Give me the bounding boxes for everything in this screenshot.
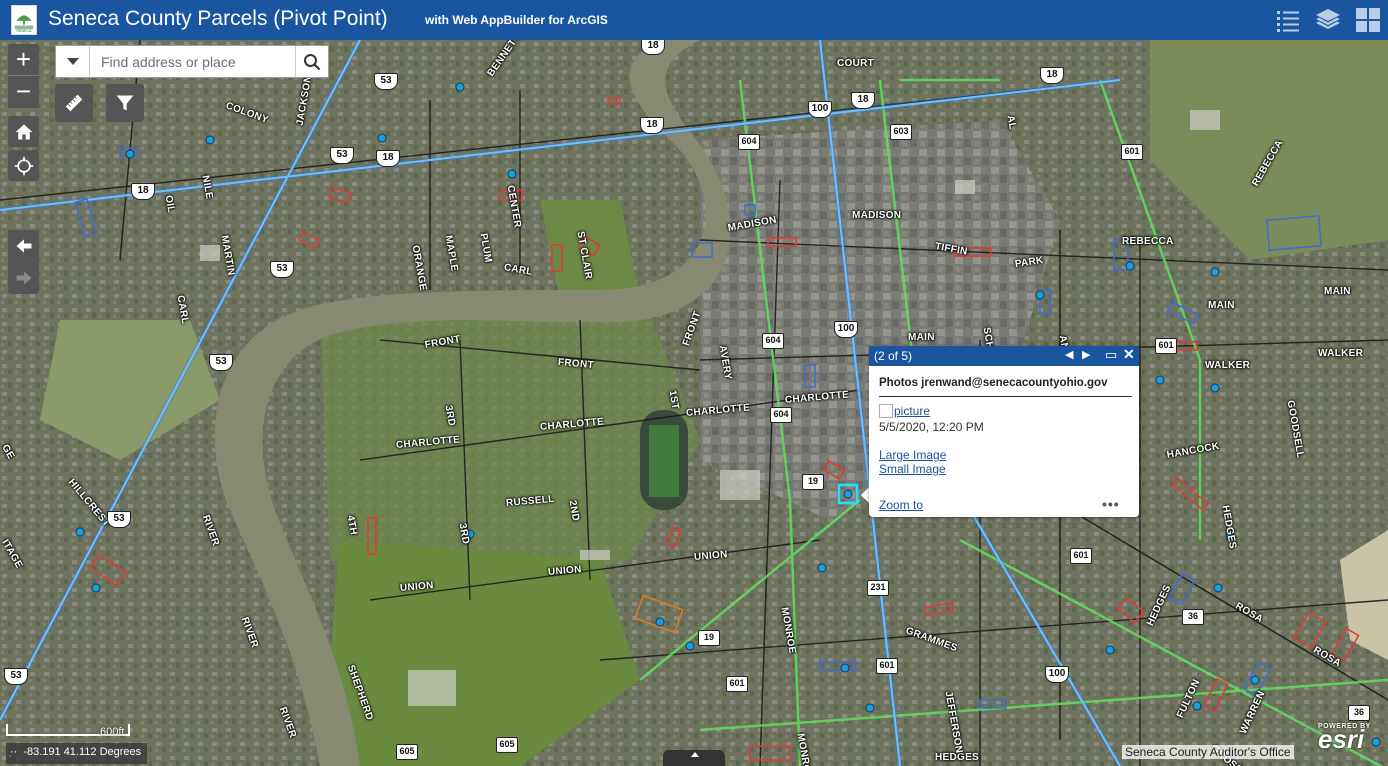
route-shield: 18: [131, 183, 155, 200]
arrow-left-icon: [16, 239, 31, 253]
popup-feature-count: (2 of 5): [874, 349, 913, 363]
zoom-out-button[interactable]: −: [8, 76, 39, 108]
street-label: WALKER: [1205, 360, 1251, 371]
street-label: AL: [1004, 114, 1018, 131]
route-shield: 36: [1182, 609, 1204, 625]
search-input[interactable]: [91, 46, 296, 77]
route-shield: 603: [890, 124, 912, 140]
seneca-county-logo: SENECA: [11, 5, 37, 35]
caret-up-icon: [691, 752, 699, 757]
search-widget: [55, 45, 329, 78]
route-shield: 100: [808, 101, 832, 118]
street-label: MAIN: [1324, 286, 1351, 297]
crosshair-icon: [14, 156, 33, 175]
popup-header: (2 of 5) ◀ ▶ ▭ ✕: [869, 346, 1139, 366]
route-shield: 18: [1040, 67, 1064, 84]
previous-extent-button[interactable]: [8, 230, 39, 262]
small-image-link[interactable]: Small Image: [879, 462, 946, 476]
route-shield: 604: [770, 407, 792, 423]
route-shield: 18: [641, 40, 665, 55]
popup-title: Photos jrenwand@senecacountyohio.gov: [879, 377, 1108, 389]
home-icon: [15, 124, 32, 139]
more-actions-button[interactable]: •••: [1102, 496, 1120, 512]
next-feature-icon[interactable]: ▶: [1082, 348, 1090, 361]
route-shield: 605: [496, 737, 518, 753]
filter-icon: [116, 95, 134, 111]
arrow-right-icon: [16, 271, 31, 285]
large-image-link[interactable]: Large Image: [879, 448, 946, 462]
route-shield: 53: [107, 511, 131, 528]
search-icon: [304, 53, 321, 70]
street-label: REBECCA: [1122, 236, 1174, 247]
zoom-to-link[interactable]: Zoom to: [879, 498, 923, 512]
popup-pointer: [861, 487, 869, 503]
next-extent-button[interactable]: [8, 262, 39, 294]
popup-divider: [879, 396, 1132, 397]
route-shield: 53: [374, 73, 398, 90]
route-shield: 53: [4, 668, 28, 685]
esri-logo: POWERED BY esri: [1318, 723, 1371, 754]
coordinate-display[interactable]: ·̣· -83.191 41.112 Degrees: [6, 743, 148, 764]
crosshair-icon[interactable]: ·̣·: [10, 746, 17, 764]
route-shield: 601: [1155, 338, 1177, 354]
street-label: MAIN: [1208, 300, 1235, 311]
street-label: MAIN: [908, 332, 935, 343]
attribute-table-toggle[interactable]: [663, 750, 725, 766]
app-title: Seneca County Parcels (Pivot Point): [48, 7, 388, 30]
measurement-button[interactable]: [55, 84, 93, 122]
home-button[interactable]: [8, 116, 39, 147]
route-shield: 604: [738, 134, 760, 150]
caret-down-icon: [66, 57, 79, 65]
route-shield: 605: [396, 744, 418, 760]
popup-picture-link[interactable]: picture: [879, 404, 930, 418]
basemap-gallery-icon[interactable]: [1354, 6, 1382, 34]
route-shield: 601: [876, 658, 898, 674]
layers-icon[interactable]: [1314, 6, 1342, 34]
map-attribution: Seneca County Auditor's Office: [1122, 745, 1294, 759]
route-shield: 18: [376, 150, 400, 167]
route-shield: 601: [726, 676, 748, 692]
popup-date: 5/5/2020, 12:20 PM: [879, 420, 984, 434]
route-shield: 100: [834, 321, 858, 338]
aerial-basemap: [0, 40, 1388, 766]
route-shield: 36: [1348, 705, 1370, 721]
broken-image-icon: [879, 404, 893, 418]
search-button[interactable]: [295, 46, 328, 77]
route-shield: 53: [209, 354, 233, 371]
street-label: MADISON: [852, 210, 902, 221]
zoom-control: + −: [8, 44, 39, 108]
street-label: COURT: [837, 58, 875, 69]
ruler-icon: [65, 94, 83, 112]
route-shield: 53: [330, 147, 354, 164]
route-shield: 601: [1121, 144, 1143, 160]
locate-button[interactable]: [8, 150, 39, 181]
street-label: WALKER: [1318, 348, 1364, 359]
map-view[interactable]: COURT BENNETT COLONY JACKSON NILE OIL MA…: [0, 40, 1388, 766]
coordinate-value: -83.191 41.112 Degrees: [23, 746, 142, 758]
route-shield: 231: [867, 580, 889, 596]
feature-popup: (2 of 5) ◀ ▶ ▭ ✕ Photos jrenwand@senecac…: [869, 346, 1139, 517]
legend-icon[interactable]: [1274, 6, 1302, 34]
previous-feature-icon[interactable]: ◀: [1065, 348, 1073, 361]
svg-text:SENECA: SENECA: [16, 29, 32, 33]
zoom-in-button[interactable]: +: [8, 44, 39, 76]
search-source-dropdown[interactable]: [56, 46, 90, 77]
route-shield: 18: [851, 92, 875, 109]
scale-label: 600ft: [100, 726, 125, 738]
route-shield: 601: [1070, 548, 1092, 564]
route-shield: 18: [640, 117, 664, 134]
route-shield: 100: [1045, 666, 1069, 683]
app-subtitle: with Web AppBuilder for ArcGIS: [425, 13, 608, 27]
filter-button[interactable]: [106, 84, 144, 122]
close-icon[interactable]: ✕: [1123, 346, 1135, 363]
route-shield: 604: [762, 333, 784, 349]
picture-link-label: picture: [894, 404, 931, 418]
route-shield: 19: [802, 474, 824, 490]
route-shield: 53: [270, 261, 294, 278]
esri-wordmark: esri: [1318, 724, 1365, 754]
maximize-icon[interactable]: ▭: [1105, 347, 1117, 363]
app-header: SENECA Seneca County Parcels (Pivot Poin…: [0, 0, 1388, 40]
route-shield: 19: [698, 630, 720, 646]
